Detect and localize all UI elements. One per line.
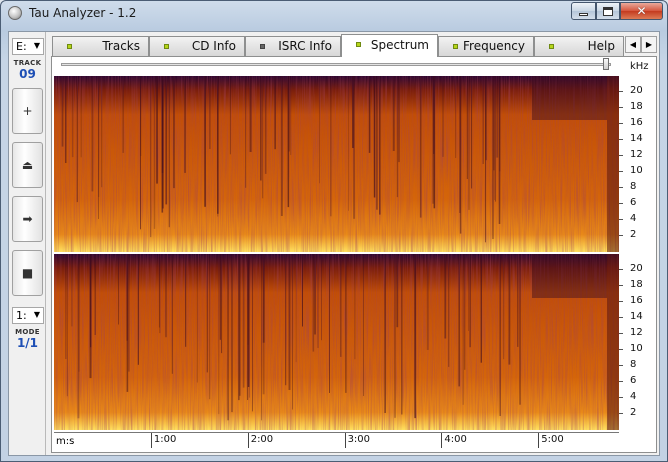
play-button[interactable]: ➡: [12, 196, 43, 242]
app-window: Tau Analyzer - 1.2 ✕ E: ▼ TRACK 09 + ⏏ ➡…: [0, 0, 668, 462]
frequency-unit-label: kHz: [630, 61, 649, 72]
drive-select-value: E:: [16, 40, 27, 53]
tab-help[interactable]: Help: [534, 36, 624, 56]
window-title: Tau Analyzer - 1.2: [29, 6, 137, 20]
status-led-icon: [356, 42, 361, 47]
minimize-button[interactable]: [571, 2, 596, 20]
close-button[interactable]: ✕: [620, 2, 663, 20]
add-button[interactable]: +: [12, 88, 43, 134]
close-icon: ✕: [636, 4, 647, 18]
status-led-icon: [453, 44, 458, 49]
drive-select[interactable]: E: ▼: [12, 38, 44, 55]
track-label: TRACK: [13, 59, 42, 67]
app-icon: [8, 6, 22, 20]
mode-label: MODE: [15, 328, 40, 336]
mode-select-value: 1:: [16, 309, 27, 322]
spectrogram-right-channel[interactable]: [54, 254, 619, 430]
time-tick: 3:00: [344, 433, 371, 448]
time-tick: 2:00: [247, 433, 274, 448]
eject-icon: ⏏: [21, 158, 34, 172]
time-tick: 5:00: [538, 433, 564, 448]
chevron-left-icon: ◀: [629, 40, 637, 49]
time-axis: m:s 1:00 2:00 3:00 4:00 5:00: [54, 432, 619, 450]
title-bar[interactable]: Tau Analyzer - 1.2 ✕: [1, 1, 667, 25]
frequency-axis-top: 20 18 16 14 12 10 8 6 4 2: [619, 85, 643, 240]
mode-value: 1/1: [16, 336, 39, 350]
time-tick: 1:00: [150, 433, 177, 448]
chevron-right-icon: ▶: [645, 40, 653, 49]
track-number: 09: [19, 67, 36, 81]
tab-label: CD Info: [191, 39, 236, 53]
status-led-icon: [67, 44, 72, 49]
tab-bar: Tracks CD Info ISRC Info Spectrum Freque…: [52, 34, 657, 57]
zoom-slider[interactable]: [61, 63, 611, 66]
chevron-down-icon: ▼: [33, 41, 40, 50]
tab-label: ISRC Info: [278, 39, 332, 53]
plus-icon: +: [22, 104, 33, 118]
stop-icon: ■: [21, 266, 34, 280]
tab-label: Frequency: [463, 39, 525, 53]
left-toolbar: E: ▼ TRACK 09 + ⏏ ➡ ■ 1: ▼ MODE 1/1: [9, 32, 46, 455]
tab-cd-info[interactable]: CD Info: [149, 36, 245, 56]
frequency-axis-bottom: 20 18 16 14 12 10 8 6 4 2: [619, 263, 643, 418]
tab-isrc-info[interactable]: ISRC Info: [245, 36, 341, 56]
spectrogram-left-channel[interactable]: [54, 76, 619, 252]
tab-label: Tracks: [102, 39, 140, 53]
tab-frequency[interactable]: Frequency: [438, 36, 534, 56]
maximize-icon: [603, 6, 613, 16]
stop-button[interactable]: ■: [12, 250, 43, 296]
client-area: E: ▼ TRACK 09 + ⏏ ➡ ■ 1: ▼ MODE 1/1 Trac…: [8, 31, 660, 456]
status-led-icon: [260, 44, 265, 49]
zoom-slider-thumb[interactable]: [603, 58, 609, 70]
eject-button[interactable]: ⏏: [12, 142, 43, 188]
spectrum-page: kHz 20 18 16 14 12 10 8 6 4 2 20 18 16 14 12 10 8 6 4 2 m:…: [51, 56, 657, 453]
time-tick: 4:00: [441, 433, 467, 448]
tab-tracks[interactable]: Tracks: [52, 36, 149, 56]
tab-label: Spectrum: [370, 38, 429, 52]
arrow-right-icon: ➡: [22, 212, 33, 226]
status-led-icon: [549, 44, 554, 49]
tab-label: Help: [587, 39, 615, 53]
status-led-icon: [164, 44, 169, 49]
time-unit-label: m:s: [56, 436, 75, 447]
tab-scroll-left-button[interactable]: ◀: [625, 36, 641, 53]
mode-select[interactable]: 1: ▼: [12, 307, 44, 324]
minimize-icon: [579, 12, 588, 16]
tab-spectrum[interactable]: Spectrum: [341, 34, 438, 57]
tab-scroll-right-button[interactable]: ▶: [641, 36, 657, 53]
chevron-down-icon: ▼: [33, 310, 40, 319]
maximize-button[interactable]: [596, 2, 620, 20]
